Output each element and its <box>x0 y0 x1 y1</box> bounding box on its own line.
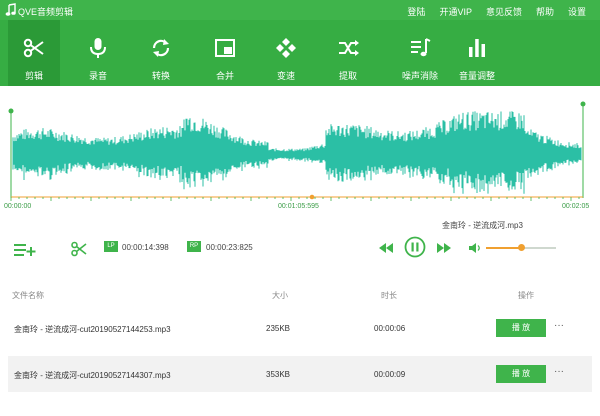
feedback-link[interactable]: 意见反馈 <box>486 5 522 18</box>
tool-volume-adjust[interactable]: 音量调整 <box>450 20 504 86</box>
timeline-end: 00:02:05 <box>562 203 590 210</box>
header-size: 大小 <box>272 291 288 300</box>
tool-label: 剪辑 <box>24 71 43 81</box>
tool-noise-remove[interactable]: 噪声消除 <box>388 20 452 86</box>
merge-icon <box>215 39 235 57</box>
playhead-marker[interactable] <box>309 194 315 200</box>
table-row[interactable]: 金南玲 - 逆流成河-cut20190527144253.mp3 235KB 0… <box>8 310 592 346</box>
row-filename: 金南玲 - 逆流成河-cut20190527144253.mp3 <box>14 325 171 334</box>
settings-link[interactable]: 设置 <box>568 5 586 18</box>
volume-slider[interactable] <box>486 244 556 251</box>
scissors-icon <box>23 38 44 58</box>
volume-slider-knob[interactable] <box>517 244 525 251</box>
lp-badge: LP <box>104 241 118 252</box>
table-row[interactable]: 金南玲 - 逆流成河-cut20190527144307.mp3 353KB 0… <box>8 356 592 392</box>
timeline-current: 00:01:05:595 <box>278 203 319 210</box>
tool-cut[interactable]: 剪辑 <box>8 20 60 86</box>
tool-merge[interactable]: 合并 <box>199 20 251 86</box>
tool-label: 提取 <box>338 71 357 81</box>
volume-icon[interactable] <box>468 242 482 254</box>
row-duration: 00:00:06 <box>374 324 406 333</box>
table-header: 文件名称 大小 时长 操作 <box>0 280 600 310</box>
pause-icon[interactable] <box>404 236 426 258</box>
volume-bars-icon <box>469 39 485 57</box>
tool-label: 音量调整 <box>458 71 495 81</box>
header-filename: 文件名称 <box>12 291 44 300</box>
more-options-icon[interactable]: ··· <box>554 320 564 331</box>
convert-icon <box>152 39 170 57</box>
file-table: 文件名称 大小 时长 操作 金南玲 - 逆流成河-cut201905271442… <box>0 280 600 416</box>
time-ruler <box>10 196 583 201</box>
extract-icon <box>339 40 359 56</box>
login-link[interactable]: 登陆 <box>407 5 425 18</box>
waveform-panel: 00:00:00 00:01:05:595 00:02:05 <box>0 86 600 216</box>
top-menu: 登陆 开通VIP 意见反馈 帮助 设置 <box>407 5 586 18</box>
now-playing-filename: 金南玲 - 逆流成河.mp3 <box>442 221 523 230</box>
tool-speed[interactable]: 变速 <box>260 20 312 86</box>
waveform-graphic[interactable] <box>0 86 600 216</box>
waveform-path <box>12 111 582 194</box>
tool-label: 噪声消除 <box>401 71 438 81</box>
header-action: 操作 <box>518 291 534 300</box>
row-size: 353KB <box>266 370 291 379</box>
help-link[interactable]: 帮助 <box>536 5 554 18</box>
lp-time: 00:00:14:398 <box>122 243 169 252</box>
fast-forward-icon[interactable] <box>436 242 452 254</box>
title-bar: QVE音频剪辑 登陆 开通VIP 意见反馈 帮助 设置 <box>0 0 600 20</box>
tool-label: 转换 <box>151 71 170 81</box>
cut-scissors-icon[interactable] <box>71 241 87 257</box>
app-title: QVE音频剪辑 <box>18 7 74 17</box>
tool-label: 合并 <box>215 71 234 81</box>
tool-record[interactable]: 录音 <box>72 20 124 86</box>
player-controls: 金南玲 - 逆流成河.mp3 LP 00:00:14:398 RP 00:00:… <box>0 216 600 276</box>
microphone-icon <box>90 38 106 58</box>
vip-link[interactable]: 开通VIP <box>439 5 472 18</box>
row-filename: 金南玲 - 逆流成河-cut20190527144307.mp3 <box>14 371 171 380</box>
volume-slider-fill <box>486 247 521 249</box>
main-toolbar: 剪辑 录音 转换 合并 变速 提取 噪声消除 音量调整 <box>0 20 600 86</box>
tool-extract[interactable]: 提取 <box>322 20 374 86</box>
play-button[interactable]: 播 放 <box>496 319 546 337</box>
waveform-bars <box>12 111 582 194</box>
rp-badge: RP <box>187 241 201 252</box>
rp-time: 00:00:23:825 <box>206 243 253 252</box>
add-file-icon[interactable] <box>14 242 36 256</box>
more-options-icon[interactable]: ··· <box>554 366 564 377</box>
rewind-icon[interactable] <box>378 242 394 254</box>
row-size: 235KB <box>266 324 291 333</box>
timeline-start: 00:00:00 <box>4 203 32 210</box>
music-note-icon <box>5 3 16 16</box>
speed-icon <box>276 38 296 58</box>
noise-remove-icon <box>411 38 431 57</box>
tool-convert[interactable]: 转换 <box>135 20 187 86</box>
tool-label: 变速 <box>276 71 295 81</box>
row-duration: 00:00:09 <box>374 370 406 379</box>
play-button[interactable]: 播 放 <box>496 365 546 383</box>
tool-label: 录音 <box>88 71 107 81</box>
header-duration: 时长 <box>381 291 397 300</box>
